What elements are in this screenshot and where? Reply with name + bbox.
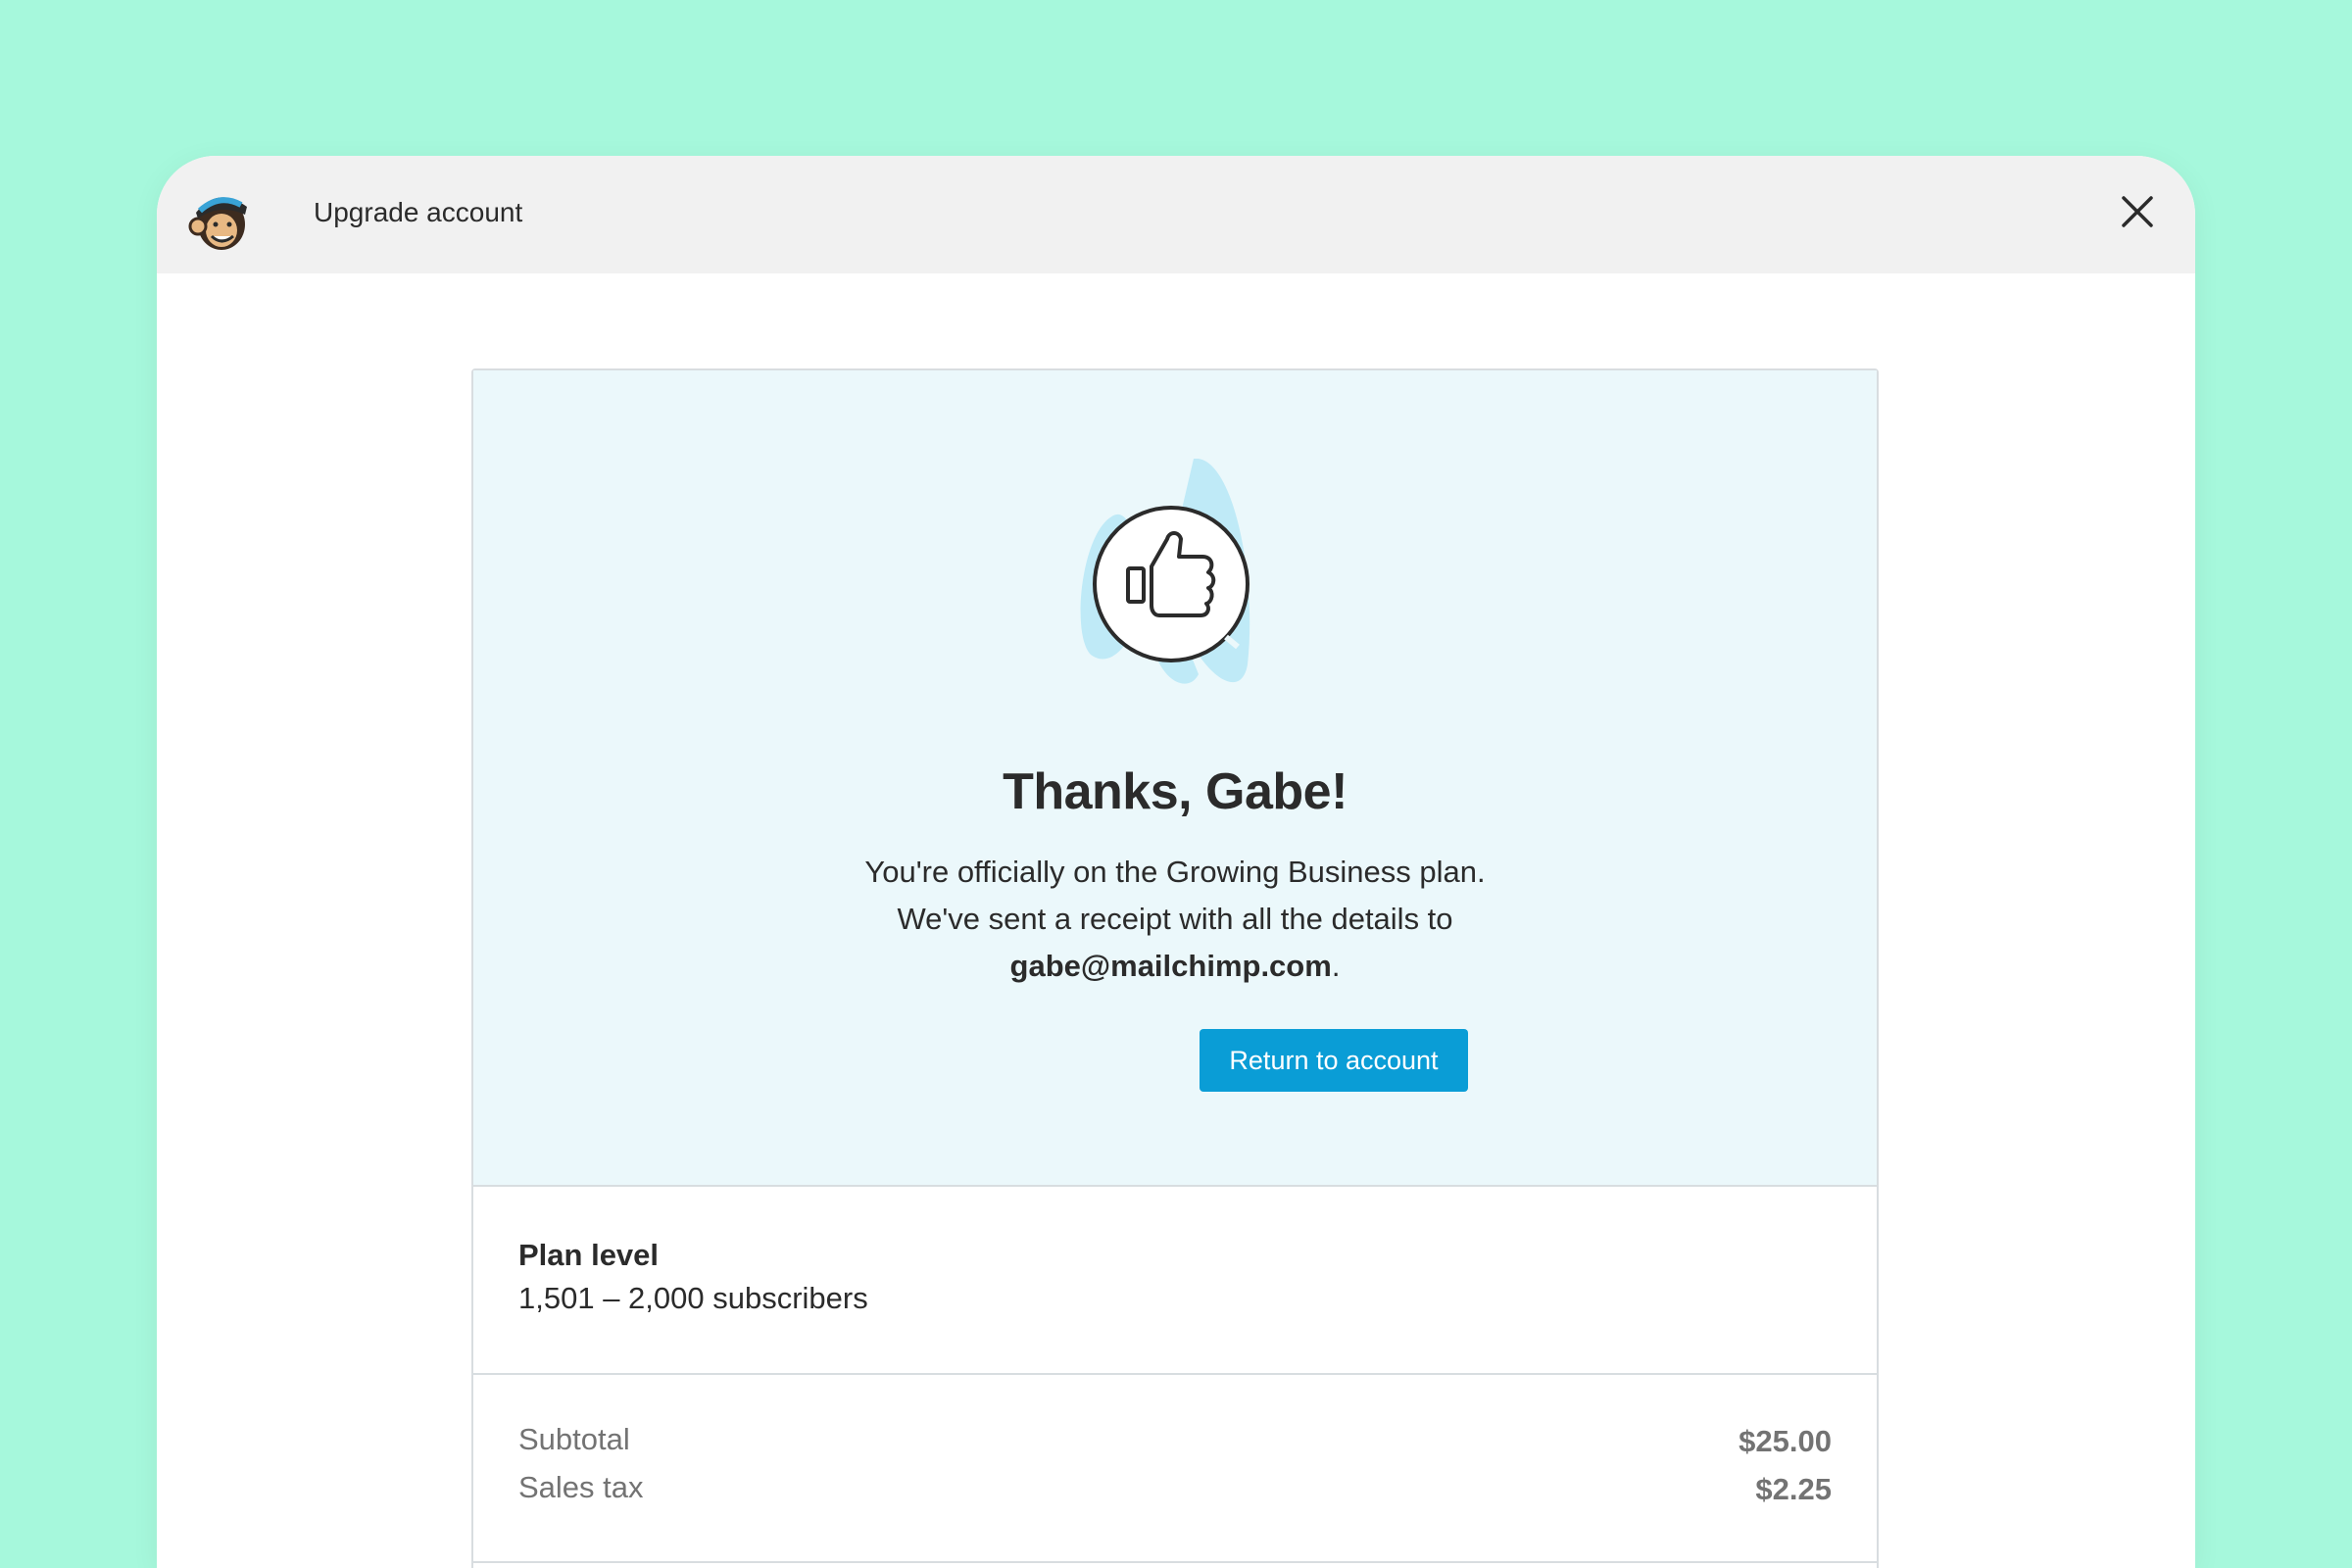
window-topbar: Upgrade account: [157, 156, 2195, 273]
sales-tax-label: Sales tax: [518, 1470, 644, 1504]
totals-section: Subtotal $25.00 Sales tax $2.25: [473, 1375, 1877, 1563]
confirmation-hero: Thanks, Gabe! You're officially on the G…: [473, 370, 1877, 1187]
sales-tax-amount: $2.25: [1755, 1472, 1832, 1506]
confirmation-card: Thanks, Gabe! You're officially on the G…: [471, 368, 1879, 1568]
upgrade-account-window: Upgrade account Thanks, Gabe! You're off…: [157, 156, 2195, 1568]
return-to-account-button[interactable]: Return to account: [1200, 1029, 1468, 1092]
subtotal-row: Subtotal $25.00: [518, 1422, 1832, 1461]
window-title: Upgrade account: [314, 197, 523, 227]
thumbs-up-icon: [1080, 459, 1250, 684]
message-line-2: We've sent a receipt with all the detail…: [897, 902, 1453, 936]
message-line-3: gabe@mailchimp.com.: [473, 943, 1877, 990]
subtotal-label: Subtotal: [518, 1422, 630, 1456]
plan-level-section: Plan level 1,501 – 2,000 subscribers: [473, 1187, 1877, 1375]
subtotal-amount: $25.00: [1739, 1424, 1832, 1458]
plan-level-label: Plan level: [518, 1238, 660, 1272]
plan-level-value: 1,501 – 2,000 subscribers: [518, 1281, 868, 1315]
confirmation-title: Thanks, Gabe!: [1003, 763, 1348, 820]
sales-tax-row: Sales tax $2.25: [518, 1470, 1832, 1509]
confirmation-message: You're officially on the Growing Busines…: [473, 849, 1877, 990]
mailchimp-logo-icon: [188, 197, 247, 250]
message-line-1: You're officially on the Growing Busines…: [864, 855, 1486, 889]
email-suffix: .: [1331, 949, 1341, 983]
receipt-email: gabe@mailchimp.com: [1009, 949, 1332, 983]
close-icon[interactable]: [2117, 191, 2158, 232]
